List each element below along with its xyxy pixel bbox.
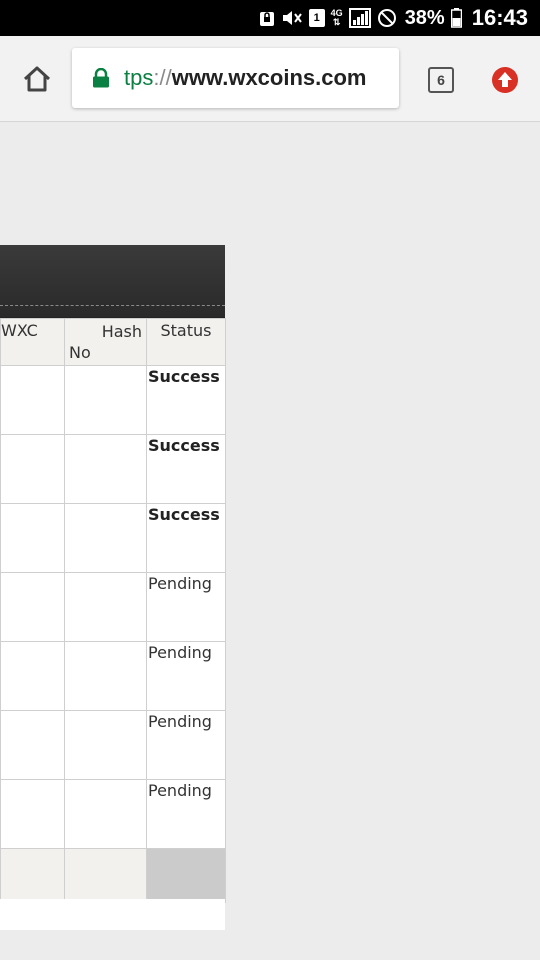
wxc-cell <box>0 572 65 642</box>
hash-header-line2: No <box>69 343 91 362</box>
status-cell: Success <box>146 365 226 435</box>
status-cell: Pending <box>146 572 226 642</box>
transactions-table: WXC Hash No Status Success Success Success… <box>0 318 226 903</box>
status-cell: Success <box>146 434 226 504</box>
home-icon <box>23 66 51 92</box>
battery-percent: 38% <box>404 6 445 29</box>
data-arrows-icon: ⇅ <box>332 17 341 27</box>
column-header-wxc: WXC <box>0 318 65 366</box>
url-scheme: tps <box>124 65 154 90</box>
hash-cell <box>64 572 147 642</box>
network-type-icon: 4G ⇅ <box>331 9 343 27</box>
status-bar: 1 4G ⇅ 38% 16:43 <box>0 0 540 36</box>
footer-cell <box>64 848 147 903</box>
clock: 16:43 <box>471 5 528 30</box>
hash-header-line1: Hash <box>101 322 142 341</box>
secure-lock-icon <box>93 68 109 88</box>
wxc-cell <box>0 434 65 504</box>
battery-icon <box>450 8 462 28</box>
wxc-cell <box>0 710 65 780</box>
table-row: Pending <box>0 641 226 711</box>
mute-icon <box>281 8 303 28</box>
status-cell: Pending <box>146 641 226 711</box>
wxc-cell <box>0 365 65 435</box>
url-text: tps://www.wxcoins.com <box>124 65 367 91</box>
hash-cell <box>64 641 147 711</box>
table-row: Success <box>0 365 226 435</box>
transactions-table-grid: WXC Hash No Status Success Success Success… <box>0 318 226 903</box>
tab-switcher-button[interactable]: 6 <box>428 67 454 93</box>
url-separator: :// <box>153 65 172 90</box>
status-cell: Success <box>146 503 226 573</box>
panel-footer-strip <box>0 899 225 930</box>
table-row: Pending <box>0 779 226 849</box>
hash-cell <box>64 503 147 573</box>
footer-cell <box>146 848 226 903</box>
url-bar[interactable]: tps://www.wxcoins.com <box>72 48 399 108</box>
table-row: Pending <box>0 710 226 780</box>
signal-icon <box>348 8 371 28</box>
hash-cell <box>64 710 147 780</box>
column-header-status: Status <box>146 318 226 366</box>
wxc-cell <box>0 641 65 711</box>
column-header-hash-no: Hash No <box>64 318 147 366</box>
hash-cell <box>64 365 147 435</box>
update-icon[interactable] <box>491 66 519 94</box>
hash-cell <box>64 779 147 849</box>
wxc-cell <box>0 503 65 573</box>
table-row: Success <box>0 503 226 573</box>
home-button[interactable] <box>18 60 56 98</box>
table-header-row: WXC Hash No Status <box>0 318 226 366</box>
footer-cell <box>0 848 65 903</box>
lock-notification-icon <box>259 8 275 28</box>
url-host: www.wxcoins.com <box>171 65 367 90</box>
panel-header <box>0 245 225 318</box>
table-row: Success <box>0 434 226 504</box>
browser-toolbar: tps://www.wxcoins.com 6 <box>0 36 540 122</box>
table-footer-row <box>0 848 226 903</box>
wxc-cell <box>0 779 65 849</box>
status-cell: Pending <box>146 779 226 849</box>
sim-icon: 1 <box>308 9 325 27</box>
table-row: Pending <box>0 572 226 642</box>
status-cell: Pending <box>146 710 226 780</box>
do-not-disturb-icon <box>377 8 397 28</box>
hash-cell <box>64 434 147 504</box>
